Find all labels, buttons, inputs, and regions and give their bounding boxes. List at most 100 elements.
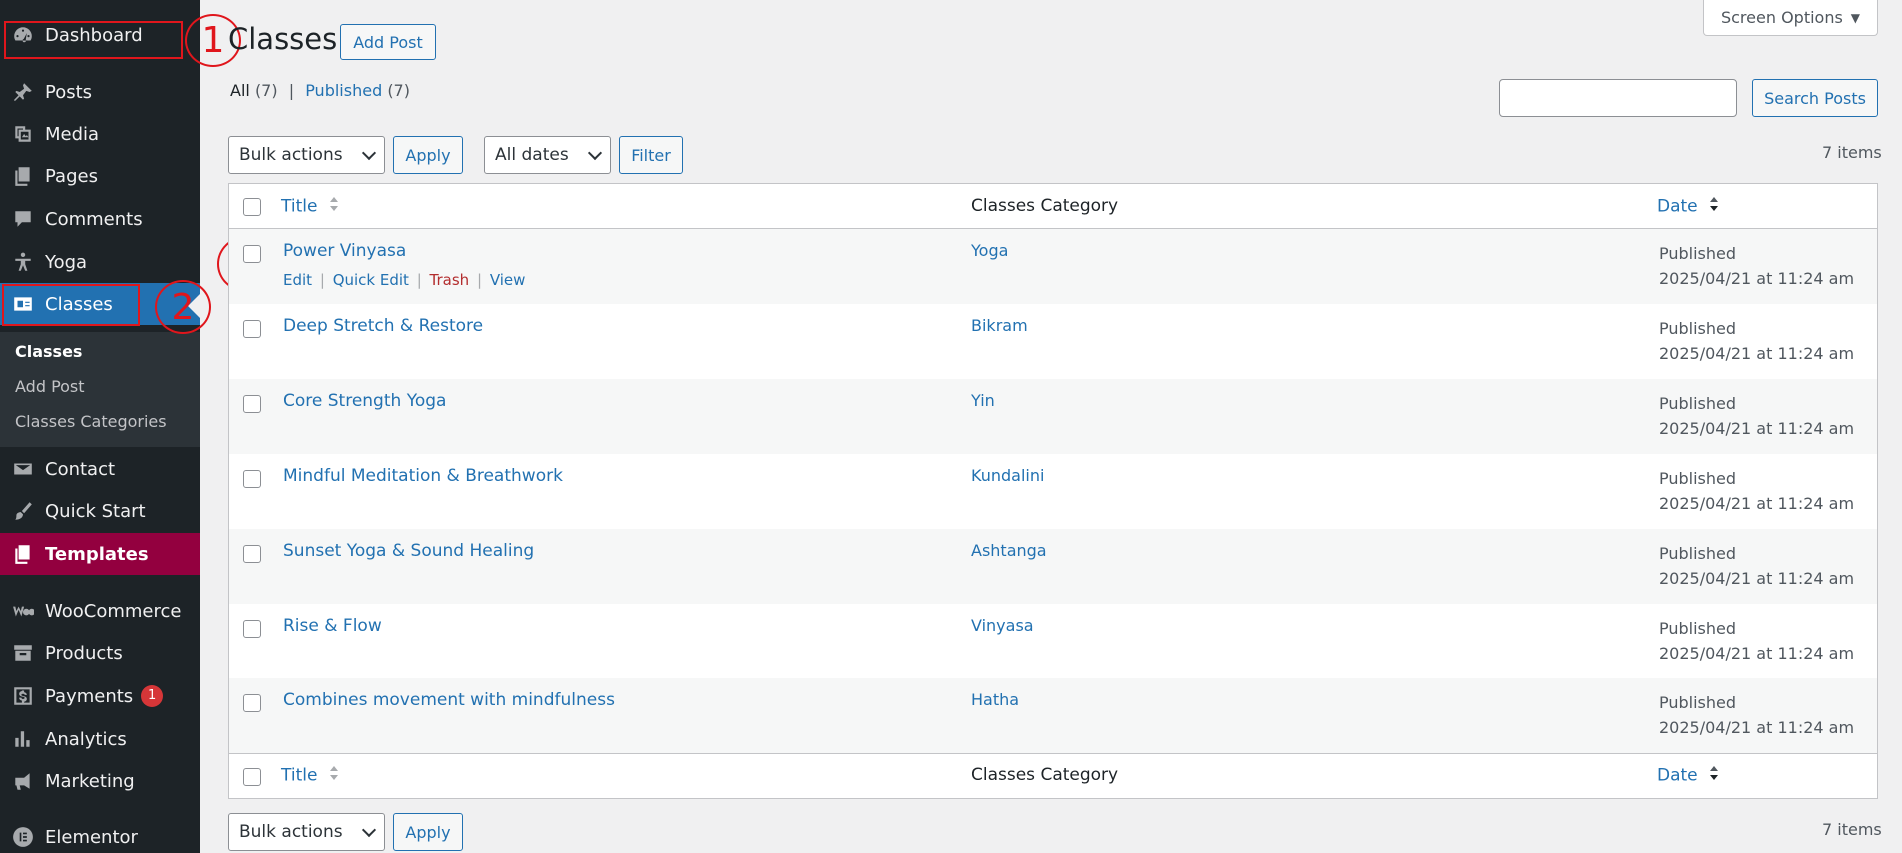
row-checkbox[interactable] <box>243 545 261 563</box>
menu-label: Yoga <box>45 251 88 273</box>
column-title[interactable]: Title <box>281 196 339 217</box>
select-all-checkbox-footer[interactable] <box>243 768 261 786</box>
table-row: Sunset Yoga & Sound Healing Ashtanga Pub… <box>229 529 1877 604</box>
view-all[interactable]: All <box>230 81 250 100</box>
bar-chart-icon <box>0 728 45 750</box>
view-separator: | <box>288 81 295 100</box>
row-checkbox[interactable] <box>243 395 261 413</box>
row-status: Published <box>1659 469 1737 488</box>
row-date-value: 2025/04/21 at 11:24 am <box>1659 494 1855 513</box>
annotation-marker-2: 2 <box>155 280 211 334</box>
row-status: Published <box>1659 693 1737 712</box>
menu-contact[interactable]: Contact <box>0 448 200 490</box>
menu-label: Quick Start <box>45 500 146 522</box>
menu-marketing[interactable]: Marketing <box>0 760 200 802</box>
menu-templates[interactable]: Templates <box>0 533 200 575</box>
view-link[interactable]: View <box>490 271 526 289</box>
woo-icon <box>0 600 45 622</box>
row-title-link[interactable]: Rise & Flow <box>283 616 382 636</box>
payments-badge: 1 <box>141 685 164 707</box>
annotation-box-dashboard <box>4 21 183 59</box>
row-category-link[interactable]: Yin <box>971 391 995 410</box>
items-count-bottom: 7 items <box>1822 820 1882 839</box>
row-category-link[interactable]: Yoga <box>971 241 1008 260</box>
apply-button[interactable]: Apply <box>393 136 463 174</box>
submenu-classes-categories[interactable]: Classes Categories <box>15 412 167 431</box>
row-status: Published <box>1659 544 1737 563</box>
bulk-actions-value: Bulk actions <box>239 145 343 165</box>
quick-edit-link[interactable]: Quick Edit <box>333 271 409 289</box>
menu-media[interactable]: Media <box>0 113 200 155</box>
row-status: Published <box>1659 619 1737 638</box>
row-title-link[interactable]: Mindful Meditation & Breathwork <box>283 466 563 486</box>
menu-label: Comments <box>45 208 143 230</box>
row-category-link[interactable]: Bikram <box>971 316 1028 335</box>
menu-products[interactable]: Products <box>0 632 200 674</box>
menu-label: Elementor <box>45 826 138 848</box>
menu-label: Payments <box>45 685 134 707</box>
menu-label: Posts <box>45 81 93 103</box>
filter-button[interactable]: Filter <box>619 136 683 174</box>
column-title-label: Title <box>281 196 318 217</box>
row-date-value: 2025/04/21 at 11:24 am <box>1659 644 1855 663</box>
row-date: Published 2025/04/21 at 11:24 am <box>1659 391 1854 441</box>
select-all-checkbox[interactable] <box>243 198 261 216</box>
add-post-button[interactable]: Add Post <box>340 24 436 60</box>
apply-button-bottom[interactable]: Apply <box>393 813 463 851</box>
pages-icon <box>0 165 45 187</box>
row-category-link[interactable]: Kundalini <box>971 466 1044 485</box>
column-title-footer[interactable]: Title <box>281 765 339 786</box>
bulk-actions-select-bottom[interactable]: Bulk actions <box>228 813 385 851</box>
edit-link[interactable]: Edit <box>283 271 312 289</box>
row-title-link[interactable]: Deep Stretch & Restore <box>283 316 483 336</box>
search-input[interactable] <box>1499 79 1737 117</box>
row-date: Published 2025/04/21 at 11:24 am <box>1659 541 1854 591</box>
bulk-actions-select[interactable]: Bulk actions <box>228 136 385 174</box>
submenu-classes[interactable]: Classes <box>15 342 82 361</box>
row-checkbox[interactable] <box>243 620 261 638</box>
menu-comments[interactable]: Comments <box>0 198 200 240</box>
screen-options-label: Screen Options <box>1720 8 1843 27</box>
trash-link[interactable]: Trash <box>430 271 470 289</box>
row-title-link[interactable]: Core Strength Yoga <box>283 391 446 411</box>
column-date-footer[interactable]: Date <box>1657 765 1719 786</box>
row-checkbox[interactable] <box>243 470 261 488</box>
menu-label: WooCommerce <box>45 600 182 622</box>
row-checkbox[interactable] <box>243 245 261 263</box>
view-published-count: (7) <box>387 81 410 100</box>
column-title-label: Title <box>281 765 318 786</box>
row-date-value: 2025/04/21 at 11:24 am <box>1659 419 1855 438</box>
menu-payments[interactable]: Payments 1 <box>0 675 200 717</box>
dollar-icon <box>0 685 45 707</box>
menu-pages[interactable]: Pages <box>0 155 200 197</box>
search-posts-button[interactable]: Search Posts <box>1752 79 1878 117</box>
row-date: Published 2025/04/21 at 11:24 am <box>1659 316 1854 366</box>
view-published[interactable]: Published <box>305 81 382 100</box>
sort-desc-icon <box>1709 765 1719 786</box>
sort-desc-icon <box>1709 196 1719 217</box>
row-title-link[interactable]: Sunset Yoga & Sound Healing <box>283 541 534 561</box>
menu-quick-start[interactable]: Quick Start <box>0 490 200 532</box>
menu-yoga[interactable]: Yoga <box>0 241 200 283</box>
screen-options-button[interactable]: Screen Options ▼ <box>1703 0 1878 36</box>
submenu-add-post[interactable]: Add Post <box>15 377 85 396</box>
row-category-link[interactable]: Hatha <box>971 690 1019 709</box>
row-title-link[interactable]: Combines movement with mindfulness <box>283 690 615 710</box>
table-row: Power Vinyasa Edit | Quick Edit | Trash … <box>229 229 1877 304</box>
row-category-link[interactable]: Vinyasa <box>971 616 1034 635</box>
menu-woocommerce[interactable]: WooCommerce <box>0 590 200 632</box>
comment-icon <box>0 208 45 230</box>
megaphone-icon <box>0 770 45 792</box>
row-title-link[interactable]: Power Vinyasa <box>283 241 406 261</box>
posts-table: Title Classes Category Date Power Vinyas… <box>228 183 1878 799</box>
row-checkbox[interactable] <box>243 320 261 338</box>
menu-label: Contact <box>45 458 116 480</box>
menu-analytics[interactable]: Analytics <box>0 718 200 760</box>
menu-elementor[interactable]: Elementor <box>0 816 200 853</box>
date-filter-select[interactable]: All dates <box>484 136 611 174</box>
row-checkbox[interactable] <box>243 694 261 712</box>
annotation-box-classes <box>2 284 140 326</box>
column-date[interactable]: Date <box>1657 196 1719 217</box>
menu-posts[interactable]: Posts <box>0 71 200 113</box>
row-category-link[interactable]: Ashtanga <box>971 541 1047 560</box>
